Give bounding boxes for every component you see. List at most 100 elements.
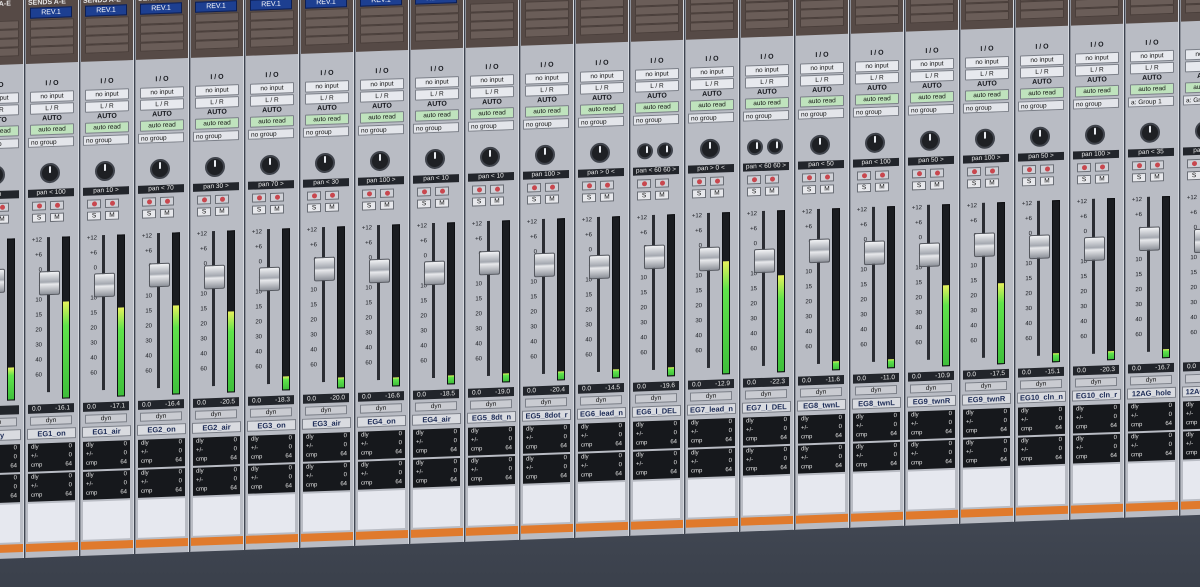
group-selector[interactable]: no group (358, 124, 404, 136)
mute-button[interactable]: M (105, 210, 119, 221)
input-selector[interactable]: no input (415, 76, 459, 89)
track-name[interactable]: EG1_air (82, 425, 131, 438)
comments-field[interactable] (138, 498, 185, 538)
volume-fader[interactable] (1194, 228, 1200, 254)
mute-button[interactable]: M (600, 192, 614, 202)
automation-mode-selector[interactable]: auto read (635, 101, 679, 114)
mute-button[interactable]: M (490, 196, 504, 206)
volume-fader[interactable] (314, 256, 335, 282)
record-enable-button[interactable] (87, 199, 101, 209)
dyn-button[interactable]: dyn (635, 393, 677, 404)
volume-fader[interactable] (369, 258, 390, 284)
output-selector[interactable]: L / R (415, 88, 459, 101)
input-monitor-button[interactable] (270, 192, 284, 202)
track-name[interactable]: EG6_lead_n (577, 406, 626, 420)
solo-button[interactable]: S (802, 184, 816, 195)
output-selector[interactable]: L / R (635, 80, 679, 93)
input-monitor-button[interactable] (1150, 160, 1164, 170)
automation-mode-selector[interactable]: auto read (140, 119, 184, 132)
comments-field[interactable] (798, 473, 845, 514)
dyn-button[interactable]: dyn (415, 401, 457, 412)
pan-knob-right[interactable] (767, 138, 783, 155)
pan-knob[interactable] (315, 152, 335, 174)
track-name[interactable]: EG8_twnL (852, 396, 901, 410)
record-enable-button[interactable] (527, 183, 541, 193)
group-selector[interactable]: no group (963, 101, 1009, 114)
comments-field[interactable] (1018, 465, 1065, 506)
mute-button[interactable]: M (380, 200, 394, 210)
track-name[interactable]: EG9_twnR (907, 394, 956, 408)
comments-field[interactable] (468, 486, 515, 526)
record-enable-button[interactable] (362, 189, 376, 199)
comments-field[interactable] (193, 496, 240, 536)
automation-mode-selector[interactable]: auto read (1075, 84, 1119, 98)
output-selector[interactable]: L / R (1020, 65, 1064, 79)
send-slot-assigned[interactable]: REV.1 (140, 2, 182, 15)
comments-field[interactable] (688, 477, 735, 518)
comments-field[interactable] (248, 494, 295, 534)
dyn-button[interactable]: dyn (250, 407, 292, 418)
input-selector[interactable]: no input (470, 74, 514, 87)
automation-mode-selector[interactable]: auto read (1130, 82, 1174, 96)
solo-button[interactable]: S (1187, 170, 1200, 181)
automation-mode-selector[interactable]: auto read (1185, 80, 1200, 94)
mute-button[interactable]: M (710, 188, 724, 198)
mute-button[interactable]: M (215, 206, 229, 217)
solo-button[interactable]: S (582, 193, 596, 203)
volume-fader[interactable] (39, 270, 60, 296)
record-enable-button[interactable] (1022, 164, 1036, 175)
send-slot-assigned[interactable]: REV.1 (30, 6, 72, 19)
solo-button[interactable]: S (307, 203, 321, 213)
record-enable-button[interactable] (252, 193, 266, 203)
track-name[interactable]: 12AG_hole (1127, 386, 1176, 400)
send-slot-assigned[interactable]: REV.1 (85, 4, 127, 17)
input-selector[interactable]: no input (85, 88, 129, 101)
volume-fader[interactable] (1029, 234, 1050, 260)
solo-button[interactable]: S (637, 191, 651, 201)
pan-knob[interactable] (1140, 122, 1160, 144)
input-selector[interactable]: no input (1130, 49, 1174, 63)
track-name[interactable]: EG3_on (247, 419, 296, 432)
comments-field[interactable] (1128, 461, 1175, 502)
automation-mode-selector[interactable]: auto read (30, 123, 74, 136)
record-enable-button[interactable] (197, 195, 211, 205)
dyn-button[interactable]: dyn (0, 417, 17, 428)
dyn-button[interactable]: dyn (1130, 374, 1172, 386)
output-selector[interactable]: L / R (85, 100, 129, 113)
output-selector[interactable]: L / R (1185, 59, 1200, 73)
automation-mode-selector[interactable]: auto read (745, 96, 789, 110)
input-monitor-button[interactable] (435, 186, 449, 196)
input-selector[interactable]: no input (855, 59, 899, 73)
send-slot-empty[interactable] (470, 29, 514, 40)
comments-field[interactable] (578, 481, 625, 522)
comments-field[interactable] (523, 483, 570, 524)
mute-button[interactable]: M (1040, 176, 1054, 186)
pan-knob[interactable] (590, 142, 610, 164)
send-slot-empty[interactable] (30, 45, 74, 56)
record-enable-button[interactable] (1077, 162, 1091, 173)
group-selector[interactable]: no group (1018, 99, 1064, 112)
mute-button[interactable]: M (160, 208, 174, 219)
mute-button[interactable]: M (655, 190, 669, 200)
comments-field[interactable] (963, 467, 1010, 508)
solo-button[interactable]: S (87, 211, 101, 221)
track-name[interactable]: EG4_air (412, 412, 461, 426)
pan-knob[interactable] (700, 138, 720, 160)
output-selector[interactable]: L / R (470, 86, 514, 99)
mute-button[interactable]: M (875, 182, 889, 192)
dyn-button[interactable]: dyn (965, 380, 1007, 392)
record-enable-button[interactable] (417, 187, 431, 197)
track-name[interactable]: EG7_lead_n (687, 402, 736, 416)
input-monitor-button[interactable] (765, 174, 779, 184)
solo-button[interactable]: S (472, 197, 486, 207)
send-slot-empty[interactable] (910, 12, 954, 24)
send-slot-empty[interactable] (855, 14, 899, 26)
send-slot-empty[interactable] (140, 41, 184, 52)
send-slot-assigned[interactable]: REV.1 (250, 0, 292, 11)
solo-button[interactable]: S (362, 201, 376, 211)
solo-button[interactable]: S (197, 207, 211, 217)
solo-button[interactable]: S (32, 213, 46, 223)
input-selector[interactable]: no input (580, 70, 624, 83)
pan-knob-left[interactable] (747, 138, 763, 156)
record-enable-button[interactable] (912, 168, 926, 179)
